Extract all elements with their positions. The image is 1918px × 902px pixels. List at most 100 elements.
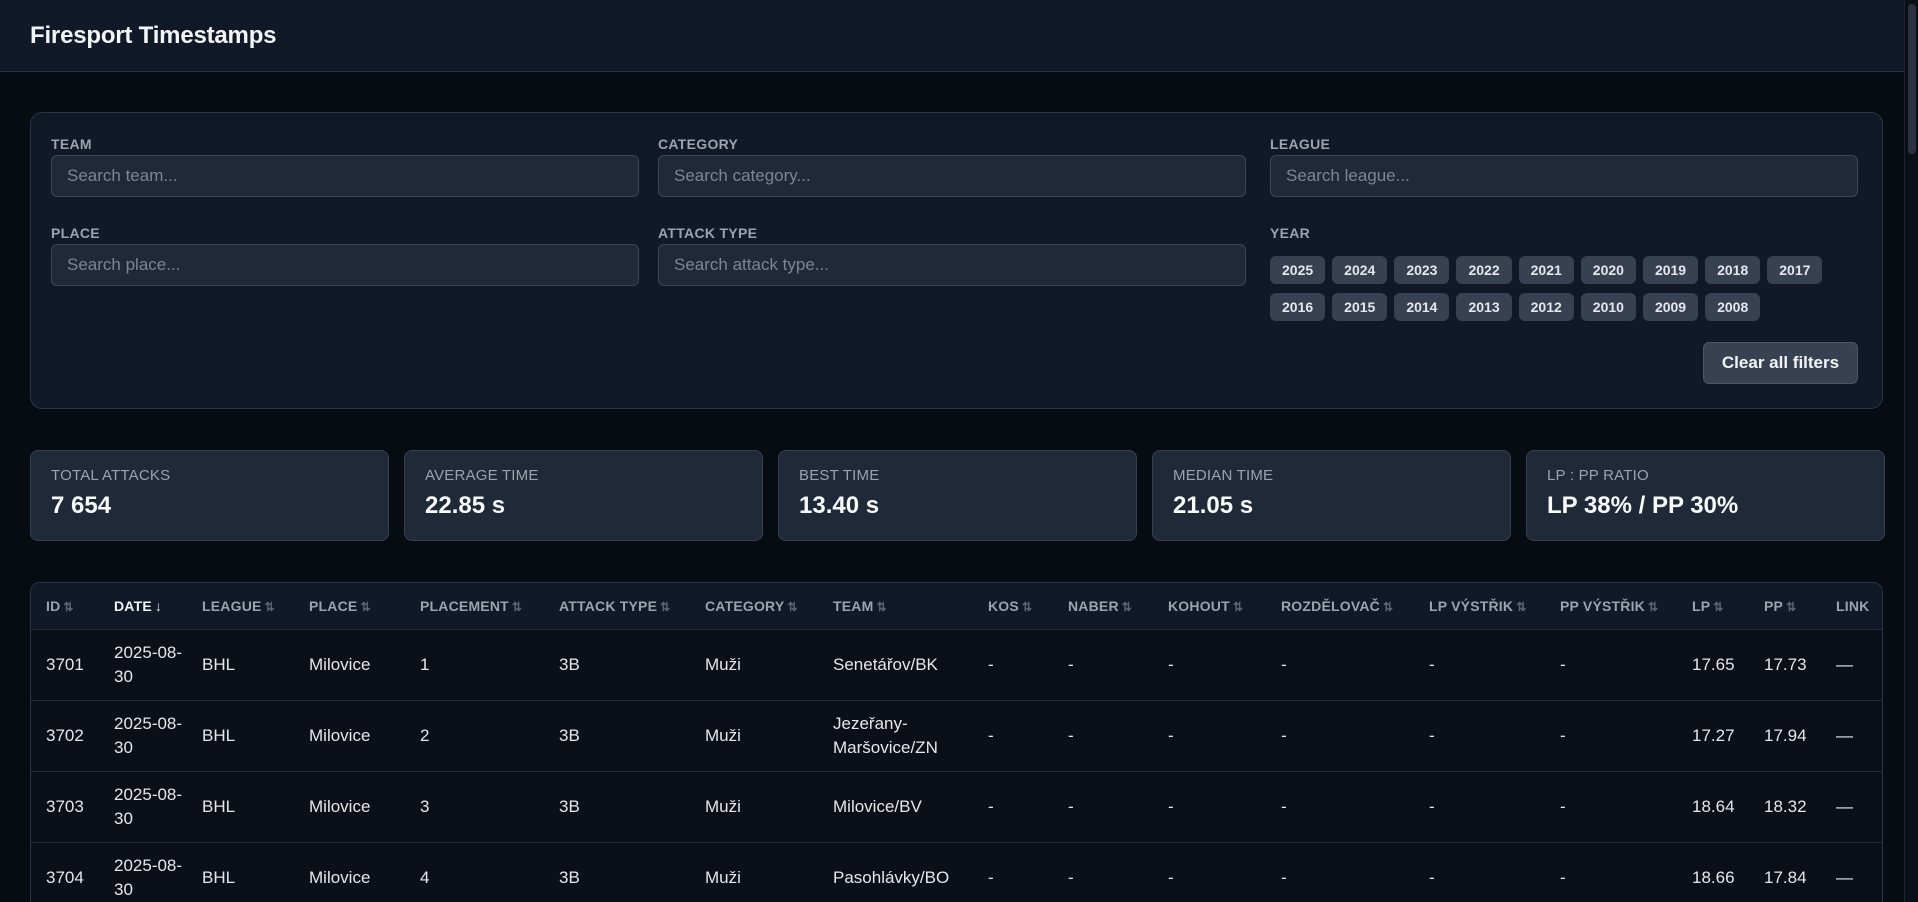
cell-lp: 18.66	[1692, 867, 1735, 887]
year-chip-2014[interactable]: 2014	[1394, 293, 1450, 321]
column-header-label: Category	[705, 597, 785, 614]
cell-category: Muži	[705, 867, 741, 887]
sort-icon: ⇅	[264, 599, 275, 614]
cell-placement: 3	[420, 796, 430, 816]
sort-icon: ⇅	[787, 599, 798, 614]
cell-link[interactable]: —	[1821, 771, 1882, 842]
column-header-label: Kos	[988, 597, 1019, 614]
cell-placement: 2	[420, 725, 430, 745]
cell-place: Milovice	[309, 654, 371, 674]
column-header-id[interactable]: ID ⇅	[31, 583, 99, 629]
column-header-link[interactable]: Link	[1821, 583, 1882, 629]
year-chip-2022[interactable]: 2022	[1456, 256, 1512, 284]
year-chip-2010[interactable]: 2010	[1580, 293, 1636, 321]
cell-link[interactable]: —	[1821, 629, 1882, 700]
year-chip-2023[interactable]: 2023	[1394, 256, 1450, 284]
attack-type-search-input[interactable]	[658, 244, 1246, 286]
year-chip-2020[interactable]: 2020	[1580, 256, 1636, 284]
stat-card-best-time: Best Time 13.40 s	[778, 450, 1137, 541]
cell-kohout: -	[1168, 796, 1174, 816]
column-header-league[interactable]: League ⇅	[187, 583, 294, 629]
column-header-pp[interactable]: PP ⇅	[1749, 583, 1821, 629]
year-chip-2015[interactable]: 2015	[1332, 293, 1388, 321]
table-row[interactable]: 3703 2025-08-30 BHL Milovice 3 3B Muži Milovice…	[31, 771, 1882, 842]
column-header-label: Naber	[1068, 597, 1119, 614]
column-header-date[interactable]: Date ↓	[99, 583, 187, 629]
cell-link[interactable]: —	[1821, 700, 1882, 771]
team-filter-label: Team	[51, 136, 92, 152]
cell-lp-v-st-ik: -	[1429, 867, 1435, 887]
year-chip-2012[interactable]: 2012	[1518, 293, 1574, 321]
cell-id: 3702	[46, 725, 84, 745]
cell-kos: -	[988, 796, 994, 816]
cell-date: 2025-08-30	[114, 642, 183, 686]
cell-lp: 18.64	[1692, 796, 1735, 816]
year-chip-2008[interactable]: 2008	[1705, 293, 1761, 321]
year-chip-2016[interactable]: 2016	[1270, 293, 1326, 321]
column-header-category[interactable]: Category ⇅	[690, 583, 818, 629]
team-search-input[interactable]	[51, 155, 639, 197]
attacks-table: ID ⇅ Date ↓ League ⇅ Place ⇅ Placement ⇅ Attack Ty…	[31, 583, 1882, 902]
stat-label: Median Time	[1173, 467, 1274, 484]
cell-team: Jezeřany-Maršovice/ZN	[833, 713, 938, 757]
cell-league: BHL	[202, 725, 236, 745]
stat-card-total-attacks: Total Attacks 7 654	[30, 450, 389, 541]
cell-link[interactable]: —	[1821, 842, 1882, 902]
column-header-label: League	[202, 597, 262, 614]
cell-lp: 17.27	[1692, 725, 1735, 745]
column-header-label: Link	[1836, 597, 1870, 614]
year-chip-2017[interactable]: 2017	[1767, 256, 1823, 284]
cell-attack-type: 3B	[559, 654, 580, 674]
year-chip-2013[interactable]: 2013	[1456, 293, 1512, 321]
year-chip-2025[interactable]: 2025	[1270, 256, 1326, 284]
column-header-place[interactable]: Place ⇅	[294, 583, 405, 629]
scrollbar-thumb[interactable]	[1908, 4, 1916, 154]
cell-kohout: -	[1168, 654, 1174, 674]
column-header-label: Rozdělovač	[1281, 597, 1380, 614]
column-header-lp[interactable]: LP ⇅	[1677, 583, 1749, 629]
table-row[interactable]: 3704 2025-08-30 BHL Milovice 4 3B Muži Pasohláv…	[31, 842, 1882, 902]
clear-filters-button[interactable]: Clear all filters	[1703, 342, 1858, 384]
column-header-attack-type[interactable]: Attack Type ⇅	[544, 583, 690, 629]
place-search-input[interactable]	[51, 244, 639, 286]
league-search-input[interactable]	[1270, 155, 1858, 197]
stat-label: Best Time	[799, 467, 880, 484]
column-header-naber[interactable]: Naber ⇅	[1053, 583, 1153, 629]
cell-team: Milovice/BV	[833, 796, 922, 816]
sort-icon: ⇅	[63, 599, 74, 614]
table-row[interactable]: 3702 2025-08-30 BHL Milovice 2 3B Muži Jezeřany…	[31, 700, 1882, 771]
cell-date: 2025-08-30	[114, 855, 183, 899]
column-header-kos[interactable]: Kos ⇅	[973, 583, 1053, 629]
sort-icon: ⇅	[1121, 599, 1133, 614]
year-chip-2019[interactable]: 2019	[1642, 256, 1699, 284]
year-chip-row: 2025 2024 2023 2022 2021 2020 2019 2018 2017	[1270, 256, 1870, 284]
stat-value: LP 38% / PP 30%	[1547, 492, 1739, 519]
stat-label: LP : PP Ratio	[1547, 467, 1649, 484]
cell-pp: 17.84	[1764, 867, 1807, 887]
cell-pp-v-st-ik: -	[1560, 654, 1566, 674]
league-filter-label: League	[1270, 136, 1331, 152]
stats-row: Total Attacks 7 654 Average Time 22.85 s…	[30, 450, 1885, 541]
column-header-rozd-lova-[interactable]: Rozdělovač ⇅	[1266, 583, 1414, 629]
cell-rozd-lova-: -	[1281, 654, 1287, 674]
cell-league: BHL	[202, 867, 236, 887]
category-search-input[interactable]	[658, 155, 1246, 197]
cell-attack-type: 3B	[559, 796, 580, 816]
cell-date: 2025-08-30	[114, 784, 183, 828]
column-header-placement[interactable]: Placement ⇅	[405, 583, 544, 629]
stat-value: 21.05 s	[1173, 492, 1254, 519]
column-header-kohout[interactable]: Kohout ⇅	[1153, 583, 1266, 629]
column-header-label: ID	[46, 597, 61, 614]
table-row[interactable]: 3701 2025-08-30 BHL Milovice 1 3B Muži Senetářo…	[31, 629, 1882, 700]
column-header-lp-v-st-ik[interactable]: LP Výstřik ⇅	[1414, 583, 1545, 629]
year-chip-2009[interactable]: 2009	[1642, 293, 1699, 321]
column-header-pp-v-st-ik[interactable]: PP Výstřik ⇅	[1545, 583, 1677, 629]
top-bar: Firesport Timestamps	[0, 0, 1914, 72]
scrollbar[interactable]	[1904, 0, 1918, 902]
column-header-team[interactable]: Team ⇅	[818, 583, 973, 629]
cell-team: Pasohlávky/BO	[833, 867, 950, 887]
year-chip-2021[interactable]: 2021	[1518, 256, 1574, 284]
year-chip-2024[interactable]: 2024	[1332, 256, 1388, 284]
cell-naber: -	[1068, 654, 1074, 674]
year-chip-2018[interactable]: 2018	[1705, 256, 1761, 284]
